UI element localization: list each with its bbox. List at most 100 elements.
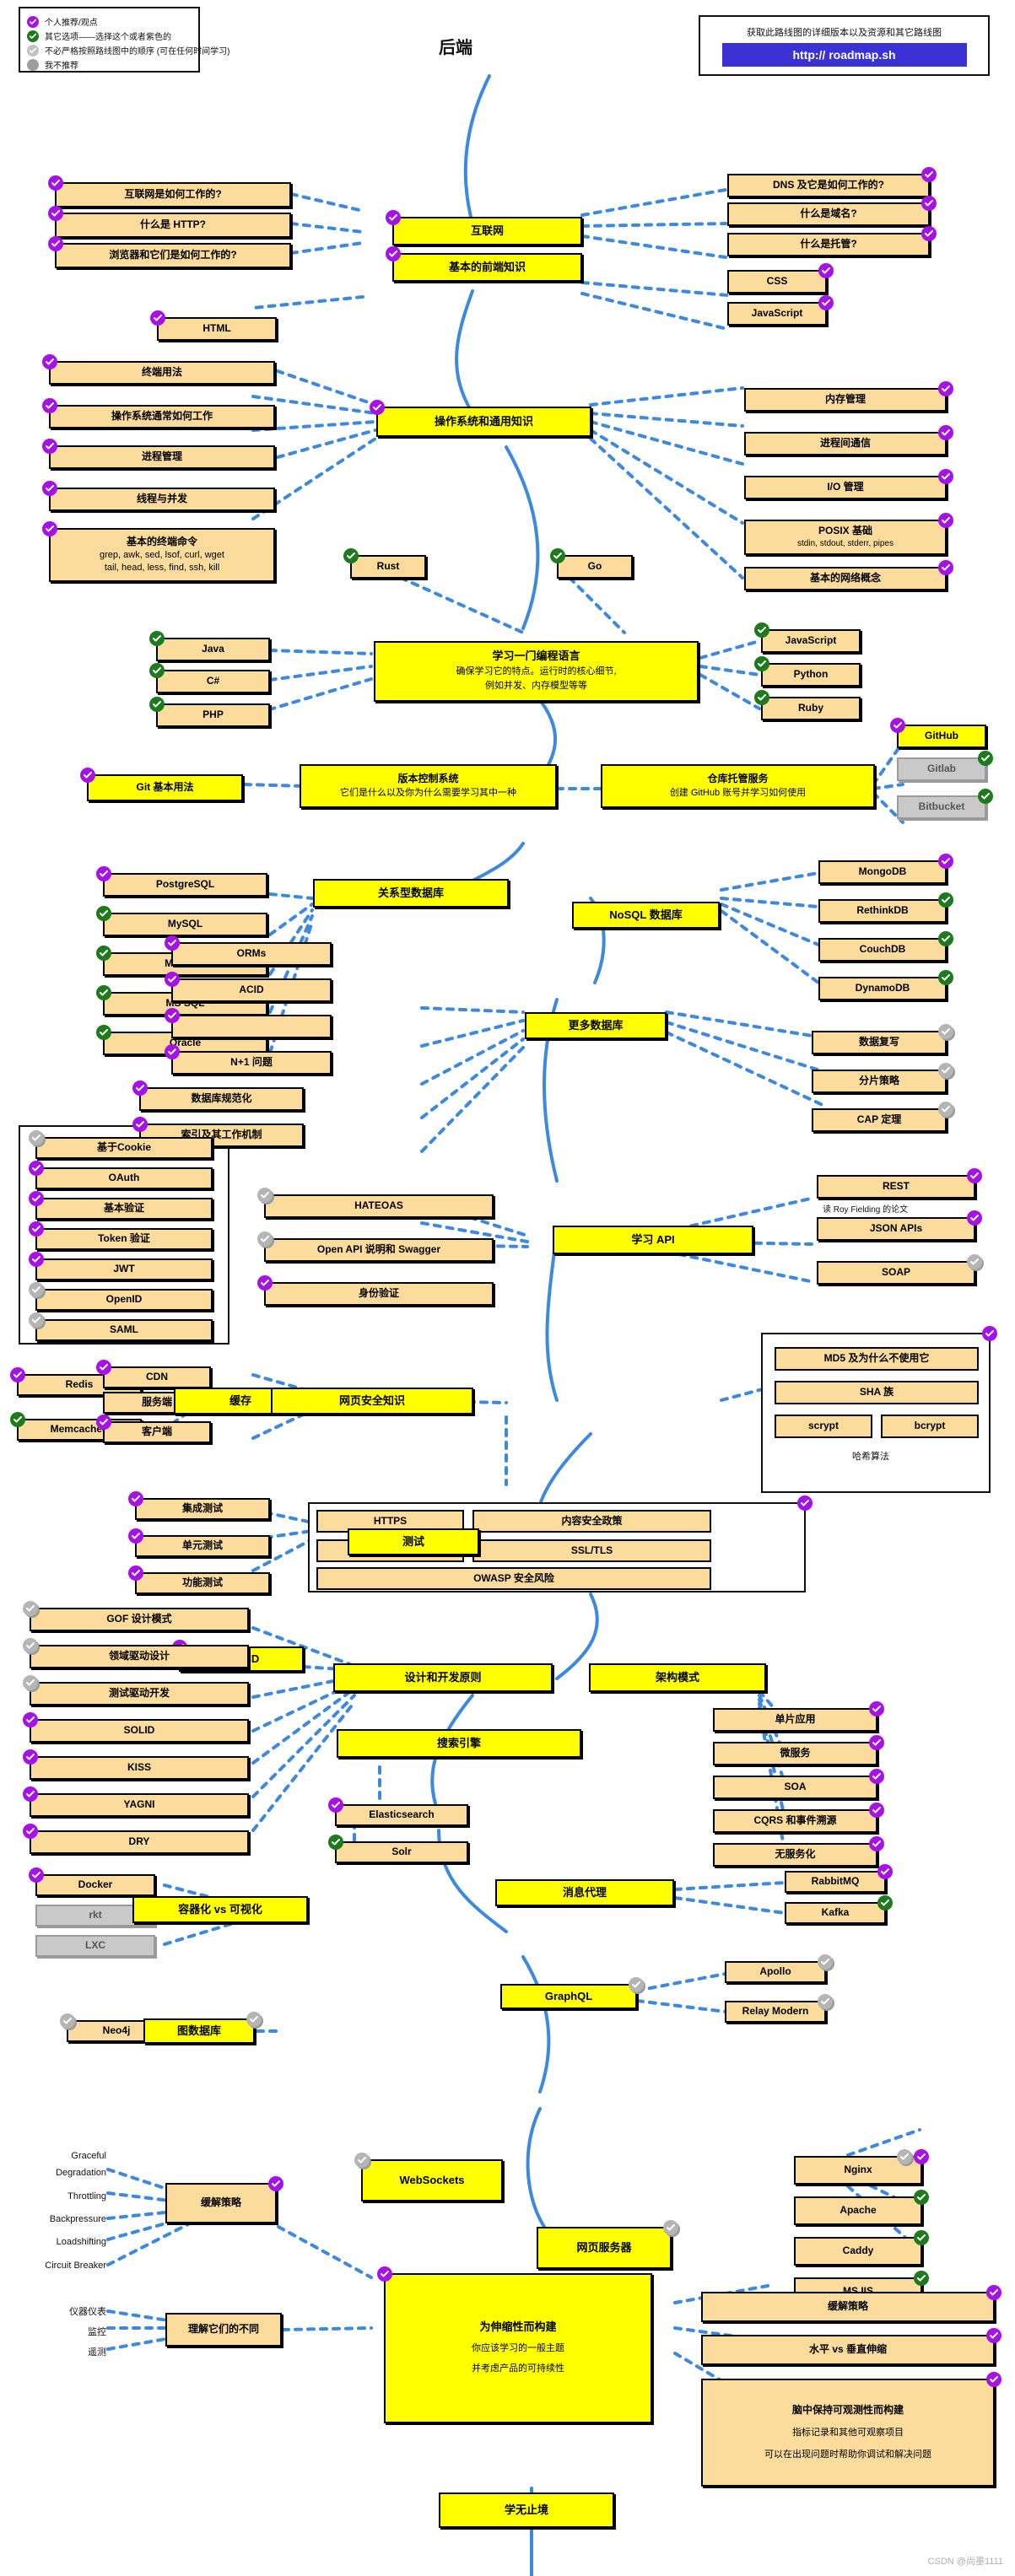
node-openid[interactable]: OpenID [29,1282,213,1311]
node-kiss[interactable]: KISS [23,1749,249,1780]
node-tdd[interactable]: 测试驱动开发 [23,1675,249,1706]
node-go[interactable]: Go [550,548,633,579]
node-rust[interactable]: Rust [343,548,426,579]
node-arch-patterns[interactable]: 架构模式 [589,1663,766,1692]
node-ruby[interactable]: Ruby [754,690,861,720]
node-csharp[interactable]: C# [149,663,270,693]
node-apollo[interactable]: Apollo [725,1954,833,1983]
node-internet[interactable]: 互联网 [386,210,582,245]
node-jwt[interactable]: JWT [29,1252,213,1280]
node-mitigation-strategies[interactable]: 缓解策略 [701,2285,1002,2322]
node-repo-hosting[interactable]: 仓库托管服务 创建 GitHub 账号并学习如何使用 [601,764,875,808]
node-elasticsearch[interactable]: Elasticsearch [328,1797,468,1826]
node-search-engine[interactable]: 搜索引擎 [337,1729,581,1758]
node-csp[interactable]: 内容安全政策 [472,1510,711,1533]
node-os-general[interactable]: 操作系统和通用知识 [370,400,591,437]
node-integration-test[interactable]: 集成测试 [128,1491,270,1520]
node-posix[interactable]: POSIX 基础 stdin, stdout, stderr, pipes [744,513,953,555]
node-message-broker[interactable]: 消息代理 [495,1879,674,1906]
node-mongodb[interactable]: MongoDB [818,854,953,884]
node-rest[interactable]: REST [817,1168,982,1199]
node-acid[interactable]: ACID [165,972,332,1002]
node-solr[interactable]: Solr [328,1835,468,1863]
node-monolithic[interactable]: 单片应用 [713,1701,884,1732]
node-owasp[interactable]: OWASP 安全风险 [316,1567,711,1590]
node-dynamodb[interactable]: DynamoDB [818,970,953,1000]
node-memory-mgmt[interactable]: 内存管理 [744,381,953,412]
node-internet-how[interactable]: 互联网是如何工作的? [48,175,291,207]
node-domain[interactable]: 什么是域名? [727,196,937,226]
node-sha[interactable]: SHA 族 [775,1381,979,1404]
node-rdbms[interactable]: 关系型数据库 [313,879,509,908]
node-hateoas[interactable]: HATEOAS [257,1188,494,1218]
roadmap-link-button[interactable]: http:// roadmap.sh [721,42,967,67]
node-replication[interactable]: 数据复写 [812,1024,953,1054]
node-learn-language[interactable]: 学习一门编程语言 确保学习它的特点。运行时的核心细节, 例如并发、内存模型等等 [374,641,699,702]
node-kafka[interactable]: Kafka [785,1895,893,1924]
node-ssl-tls[interactable]: SSL/TLS [472,1539,711,1562]
node-basic-auth[interactable]: 基本验证 [29,1191,213,1220]
node-html[interactable]: HTML [150,310,277,341]
node-javascript-backend[interactable]: JavaScript [754,622,861,653]
node-md5[interactable]: MD5 及为什么不使用它 [775,1347,979,1371]
node-io-mgmt[interactable]: I/O 管理 [744,469,953,499]
node-more-databases[interactable]: 更多数据库 [525,1012,667,1039]
node-blank-db[interactable] [165,1008,332,1038]
node-python[interactable]: Python [754,656,861,687]
node-websockets[interactable]: WebSockets [354,2153,503,2201]
node-cdn[interactable]: CDN [96,1360,211,1388]
node-rabbitmq[interactable]: RabbitMQ [785,1864,893,1893]
node-oauth[interactable]: OAuth [29,1161,213,1189]
node-terminal-usage[interactable]: 终端用法 [42,354,275,385]
node-apache[interactable]: Apache [794,2190,929,2225]
node-mitigation-left[interactable]: 缓解策略 [165,2176,283,2223]
node-nginx[interactable]: Nginx [794,2149,929,2185]
node-cookie-based[interactable]: 基于Cookie [29,1130,213,1159]
node-frontend-basics[interactable]: 基本的前端知识 [386,246,582,282]
node-github[interactable]: GitHub [890,718,986,748]
node-authentication[interactable]: 身份验证 [257,1275,494,1306]
node-observability[interactable]: 脑中保持可观测性而构建 指标记录和其他可观察项目 可以在出现问题时帮助你调试和解… [701,2372,1002,2487]
node-os-work[interactable]: 操作系统通常如何工作 [42,398,275,428]
node-process-mgmt[interactable]: 进程管理 [42,439,275,469]
node-browsers[interactable]: 浏览器和它们是如何工作的? [48,236,291,268]
node-ipc[interactable]: 进程间通信 [744,425,953,455]
node-nosql[interactable]: NoSQL 数据库 [572,902,720,929]
node-network-concepts[interactable]: 基本的网络概念 [744,560,953,590]
node-relay-modern[interactable]: Relay Modern [725,1994,833,2023]
node-build-for-scale[interactable]: 为伸缩性而构建 你应该学习的一般主题 并考虑产品的可持续性 [377,2266,652,2423]
node-dry[interactable]: DRY [23,1824,249,1854]
node-ddd[interactable]: 领域驱动设计 [23,1638,249,1668]
node-graphql[interactable]: GraphQL [500,1977,644,2009]
node-cqrs[interactable]: CQRS 和事件溯源 [713,1803,884,1833]
node-learn-api[interactable]: 学习 API [553,1226,753,1254]
node-javascript-frontend[interactable]: JavaScript [727,295,834,326]
node-caddy[interactable]: Caddy [794,2230,929,2266]
node-n-plus-one[interactable]: N+1 问题 [165,1044,332,1075]
node-bcrypt[interactable]: bcrypt [881,1415,979,1438]
node-functional-test[interactable]: 功能测试 [128,1566,270,1594]
node-solid[interactable]: SOLID [23,1712,249,1743]
node-containerization[interactable]: 容器化 vs 可视化 [132,1896,308,1923]
node-lxc[interactable]: LXC [35,1935,155,1957]
node-mysql[interactable]: MySQL [96,906,267,936]
node-gitlab[interactable]: Gitlab [897,751,993,781]
node-basic-terminal-commands[interactable]: 基本的终端命令 grep, awk, sed, lsof, curl, wget… [42,521,275,582]
node-scrypt[interactable]: scrypt [775,1415,872,1438]
node-microservices[interactable]: 微服务 [713,1735,884,1765]
node-db-normalization[interactable]: 数据库规范化 [132,1081,304,1111]
node-couchdb[interactable]: CouchDB [818,931,953,962]
node-postgresql[interactable]: PostgreSQL [96,866,267,897]
node-orms[interactable]: ORMs [165,935,332,966]
node-json-apis[interactable]: JSON APIs [817,1210,982,1241]
node-understand-difference[interactable]: 理解它们的不同 [165,2313,282,2347]
node-horizontal-vertical[interactable]: 水平 vs 垂直伸缩 [701,2328,1002,2365]
node-git-basics[interactable]: Git 基本用法 [80,768,243,801]
node-cap-theorem[interactable]: CAP 定理 [812,1102,953,1132]
node-never-stop-learning[interactable]: 学无止境 [439,2492,614,2528]
node-web-server[interactable]: 网页服务器 [537,2220,678,2269]
node-rethinkdb[interactable]: RethinkDB [818,892,953,923]
node-client-side-cache[interactable]: 客户端 [96,1415,211,1443]
node-gof[interactable]: GOF 设计模式 [23,1601,249,1631]
node-design-principles[interactable]: 设计和开发原则 [333,1663,553,1692]
